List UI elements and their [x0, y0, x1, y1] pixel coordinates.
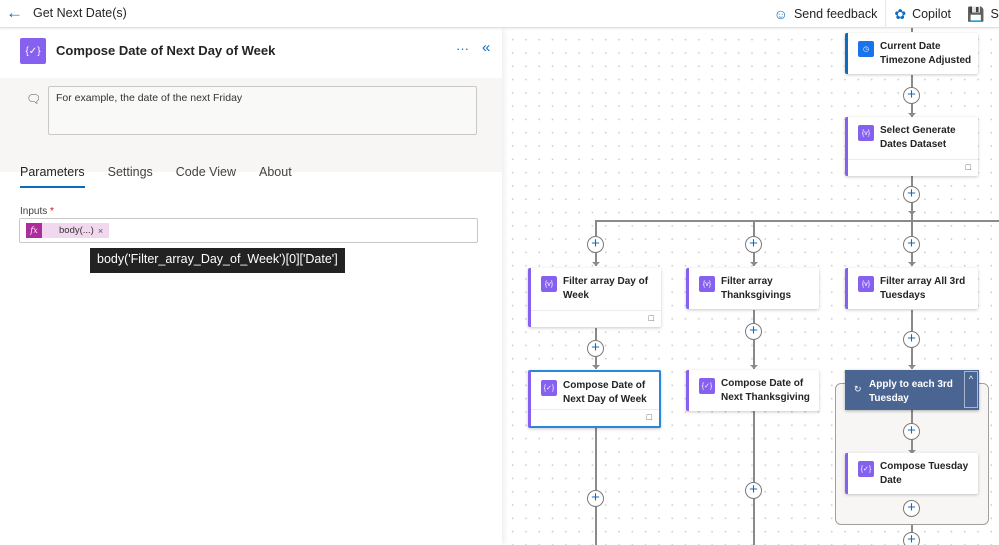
arrow-head [749, 262, 758, 266]
toolbar: ☺ Send feedback ✿ Copilot 💾 Save [766, 0, 999, 28]
function-icon: fx [26, 223, 42, 238]
save-label: Save [990, 7, 999, 21]
node-compose-next-day-of-week[interactable]: {✓} Compose Date of Next Day of Week □ [528, 370, 661, 428]
save-icon: 💾 [967, 5, 985, 22]
connector [753, 411, 755, 545]
node-compose-tuesday-date[interactable]: {✓} Compose Tuesday Date [845, 453, 978, 494]
copilot-button[interactable]: ✿ Copilot [886, 0, 959, 28]
compose-icon: {v} [858, 125, 874, 141]
inputs-field[interactable]: fx body(...) × [19, 218, 478, 243]
comment-icon: 🗨 [26, 92, 42, 106]
filter-icon: {v} [699, 276, 715, 292]
description-input[interactable]: For example, the date of the next Friday [48, 86, 477, 135]
arrow-head [749, 365, 758, 369]
clock-icon: ◷ [858, 41, 874, 57]
node-label: Filter array Day of Week [563, 276, 649, 301]
send-feedback-label: Send feedback [793, 7, 878, 21]
copilot-icon: ✿ [894, 5, 907, 22]
node-select-dates[interactable]: {v} Select Generate Dates Dataset □ [845, 117, 978, 176]
connector [595, 428, 597, 545]
insert-step-button[interactable]: + [903, 532, 920, 545]
expression-tooltip: body('Filter_array_Day_of_Week')[0]['Dat… [90, 248, 345, 273]
required-mark: * [50, 206, 54, 217]
expression-token[interactable]: fx body(...) × [26, 223, 110, 238]
node-label: Compose Date of Next Day of Week [563, 380, 647, 405]
copilot-label: Copilot [912, 7, 951, 21]
note-icon: □ [648, 313, 654, 323]
inputs-label: Inputs * [20, 206, 54, 217]
panel-header: {✓} Compose Date of Next Day of Week ···… [0, 28, 502, 78]
node-compose-next-thanksgiving[interactable]: {✓} Compose Date of Next Thanksgiving [686, 370, 819, 411]
node-label: Filter array All 3rd Tuesdays [880, 276, 966, 301]
insert-step-button[interactable]: + [903, 331, 920, 348]
tab-parameters[interactable]: Parameters [20, 165, 85, 188]
node-filter-day-of-week[interactable]: {v} Filter array Day of Week □ [528, 268, 661, 327]
connector [911, 28, 913, 32]
arrow-head [591, 365, 600, 369]
branch-connector [595, 220, 999, 222]
node-apply-to-each[interactable]: ↻ Apply to each 3rd Tuesday ^ [845, 370, 979, 410]
compose-icon: {✓} [858, 461, 874, 477]
note-icon: □ [646, 412, 652, 422]
node-footer: □ [848, 159, 978, 176]
back-arrow-icon[interactable]: ← [6, 4, 24, 22]
node-filter-3rd-tuesdays[interactable]: {v} Filter array All 3rd Tuesdays [845, 268, 978, 309]
description-section: 🗨 For example, the date of the next Frid… [0, 78, 502, 172]
tab-settings[interactable]: Settings [108, 165, 153, 188]
node-current-date[interactable]: ◷ Current Date Timezone Adjusted [845, 33, 978, 74]
flow-title: Get Next Date(s) [33, 6, 127, 20]
compose-icon: {✓} [541, 380, 557, 396]
loop-icon: ↻ [854, 384, 862, 394]
token-text: body(...) [59, 225, 94, 236]
filter-icon: {v} [858, 276, 874, 292]
arrow-head [907, 262, 916, 266]
tab-code-view[interactable]: Code View [176, 165, 236, 188]
insert-step-button[interactable]: + [587, 236, 604, 253]
panel-tabs: Parameters Settings Code View About [20, 165, 315, 188]
insert-step-button[interactable]: + [587, 340, 604, 357]
insert-step-button[interactable]: + [903, 500, 920, 517]
insert-step-button[interactable]: + [745, 236, 762, 253]
insert-step-button[interactable]: + [745, 482, 762, 499]
arrow-head [907, 211, 916, 215]
insert-step-button[interactable]: + [903, 236, 920, 253]
insert-step-button[interactable]: + [587, 490, 604, 507]
node-label: Compose Date of Next Thanksgiving [721, 378, 810, 403]
feedback-icon: ☺ [773, 6, 788, 22]
node-footer: □ [531, 409, 659, 426]
top-bar: ← Get Next Date(s) ☺ Send feedback ✿ Cop… [0, 0, 999, 28]
compose-icon: {✓} [699, 378, 715, 394]
insert-step-button[interactable]: + [745, 323, 762, 340]
panel-title[interactable]: Compose Date of Next Day of Week [56, 43, 275, 58]
compose-icon: {✓} [20, 38, 46, 64]
node-footer: □ [531, 310, 661, 327]
node-label: Current Date Timezone Adjusted [880, 41, 972, 66]
remove-token-button[interactable]: × [98, 226, 109, 236]
inputs-label-text: Inputs [20, 206, 48, 217]
collapse-loop-button[interactable]: ^ [964, 371, 978, 408]
collapse-panel-button[interactable]: « [482, 39, 490, 56]
node-label: Filter array Thanksgivings [721, 276, 792, 301]
node-filter-thanksgivings[interactable]: {v} Filter array Thanksgivings [686, 268, 819, 309]
insert-step-button[interactable]: + [903, 87, 920, 104]
more-options-button[interactable]: ··· [456, 41, 469, 56]
insert-step-button[interactable]: + [903, 423, 920, 440]
filter-icon: {v} [541, 276, 557, 292]
save-button[interactable]: 💾 Save [959, 0, 999, 28]
note-icon: □ [965, 162, 971, 172]
node-label: Select Generate Dates Dataset [880, 125, 956, 150]
send-feedback-button[interactable]: ☺ Send feedback [766, 0, 886, 28]
action-details-panel: {✓} Compose Date of Next Day of Week ···… [0, 28, 502, 545]
arrow-head [591, 262, 600, 266]
insert-step-button[interactable]: + [903, 186, 920, 203]
node-label: Apply to each 3rd Tuesday [869, 379, 953, 404]
tab-about[interactable]: About [259, 165, 292, 188]
arrow-head [907, 365, 916, 369]
flow-canvas[interactable]: + + + + + + + + + + + + + ◷ Current Date… [502, 28, 999, 545]
node-label: Compose Tuesday Date [880, 461, 969, 486]
